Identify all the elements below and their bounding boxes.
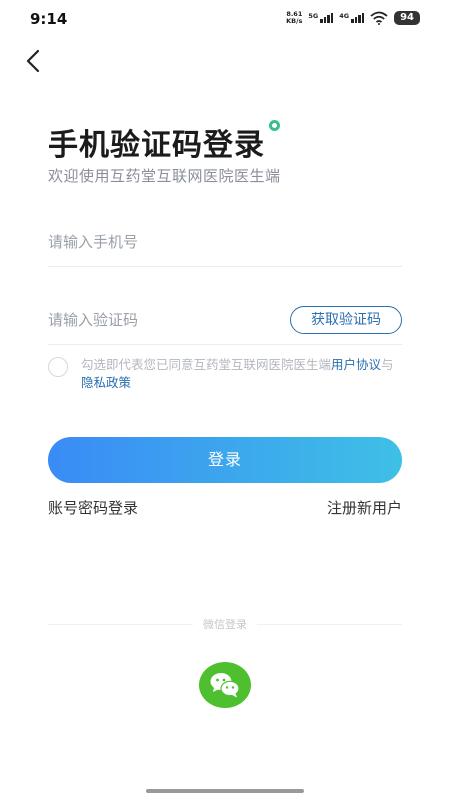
status-time: 9:14 (30, 10, 68, 28)
title-dot-icon (269, 120, 280, 131)
page-title: 手机验证码登录 (48, 128, 265, 163)
verification-code-input[interactable] (48, 295, 278, 344)
signal-5g-icon: 5G (308, 12, 334, 23)
agreement-prefix: 勾选即代表您已同意互药堂互联网医院医生端 (81, 357, 332, 372)
wechat-login-button[interactable] (199, 662, 251, 708)
code-field-container: 获取验证码 (48, 295, 402, 345)
privacy-policy-link[interactable]: 隐私政策 (81, 375, 131, 390)
network-speed-unit: KB/s (286, 17, 303, 25)
chevron-left-icon (26, 49, 40, 73)
signal-4g-label: 4G (339, 12, 350, 20)
home-indicator[interactable] (146, 789, 304, 793)
agreement-row: 勾选即代表您已同意互药堂互联网医院医生端用户协议与隐私政策 (48, 356, 402, 392)
register-link[interactable]: 注册新用户 (327, 497, 402, 518)
status-bar: 9:14 8.61 KB/s 5G 4G 94 (0, 0, 450, 36)
wifi-icon (370, 11, 388, 25)
wechat-icon (210, 673, 240, 698)
user-agreement-link[interactable]: 用户协议 (331, 357, 381, 372)
phone-input[interactable] (48, 217, 402, 266)
third-party-divider: 微信登录 (48, 616, 402, 632)
phone-field-container (48, 217, 402, 267)
agreement-checkbox[interactable] (48, 357, 68, 377)
agreement-text: 勾选即代表您已同意互药堂互联网医院医生端用户协议与隐私政策 (81, 356, 402, 392)
agreement-connector: 与 (381, 357, 394, 372)
password-login-link[interactable]: 账号密码登录 (48, 497, 138, 518)
page-subtitle: 欢迎使用互药堂互联网医院医生端 (48, 167, 281, 185)
signal-4g-icon: 4G (339, 12, 365, 23)
get-code-button[interactable]: 获取验证码 (290, 306, 402, 334)
back-button[interactable] (22, 48, 46, 74)
battery-icon: 94 (394, 11, 420, 25)
network-speed: 8.61 KB/s (286, 11, 302, 25)
title-row: 手机验证码登录 (48, 120, 280, 164)
login-button[interactable]: 登录 (48, 437, 402, 483)
status-icons: 8.61 KB/s 5G 4G 94 (286, 11, 420, 25)
wechat-login-label: 微信登录 (193, 616, 257, 632)
signal-5g-label: 5G (308, 12, 319, 20)
